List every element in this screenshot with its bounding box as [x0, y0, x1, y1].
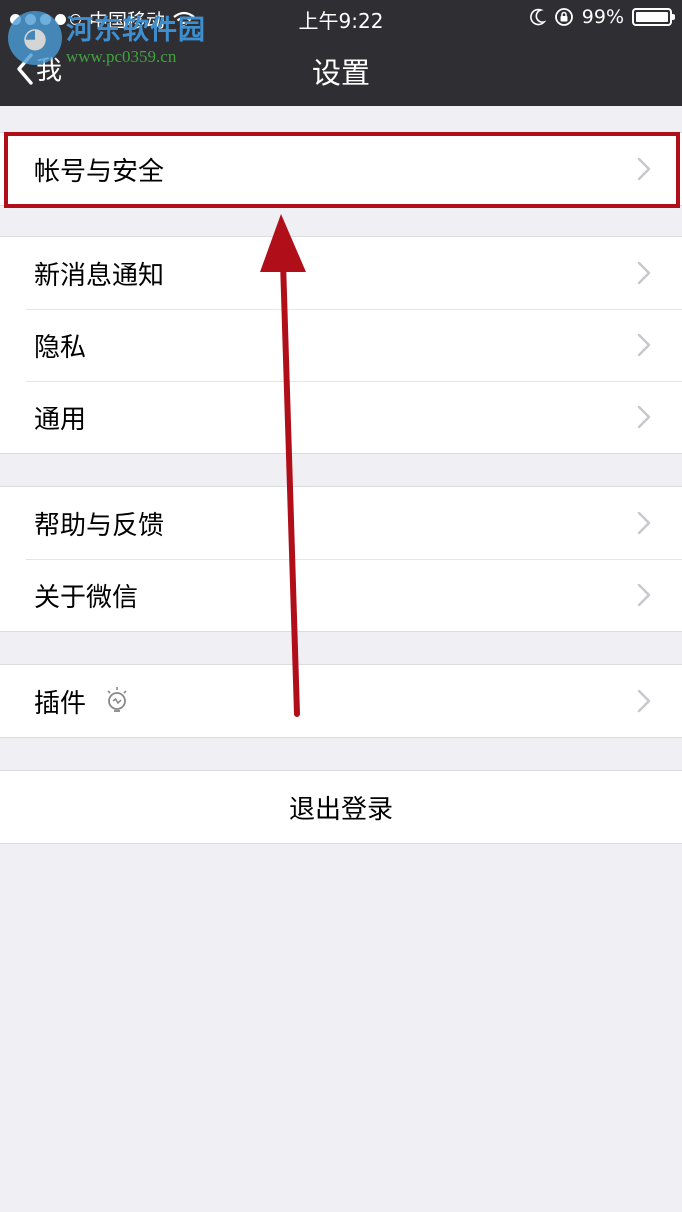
logout-group: 退出登录 — [0, 770, 682, 844]
chevron-right-icon — [637, 405, 651, 429]
settings-item-label: 通用 — [34, 404, 87, 435]
chevron-right-icon — [637, 689, 651, 713]
settings-item-label: 隐私 — [34, 332, 87, 363]
settings-item-help-feedback[interactable]: 帮助与反馈 — [0, 487, 682, 559]
moon-icon — [529, 8, 546, 26]
settings-item-label: 关于微信 — [34, 582, 139, 613]
lightbulb-icon — [107, 687, 127, 712]
settings-item-label: 新消息通知 — [34, 260, 165, 291]
settings-item-plugins[interactable]: 插件 — [0, 665, 682, 737]
settings-item-label: 帮助与反馈 — [34, 510, 165, 541]
chevron-right-icon — [637, 583, 651, 607]
settings-group-general: 新消息通知 隐私 通用 — [0, 236, 682, 454]
settings-group-plugins: 插件 — [0, 664, 682, 738]
chevron-right-icon — [637, 157, 651, 181]
logout-label: 退出登录 — [288, 794, 393, 825]
watermark-url: www.pc0359.cn — [66, 47, 177, 66]
settings-item-about[interactable]: 关于微信 — [0, 559, 682, 631]
settings-item-label: 插件 — [34, 688, 87, 719]
chevron-right-icon — [637, 261, 651, 285]
settings-group-account: 帐号与安全 — [0, 132, 682, 206]
orientation-lock-icon — [554, 8, 573, 26]
chevron-right-icon — [637, 511, 651, 535]
settings-item-notifications[interactable]: 新消息通知 — [0, 237, 682, 309]
settings-item-general[interactable]: 通用 — [0, 381, 682, 453]
settings-item-privacy[interactable]: 隐私 — [0, 309, 682, 381]
settings-item-label: 帐号与安全 — [34, 156, 165, 187]
watermark-logo-icon: ◕ — [8, 10, 62, 65]
settings-item-account-security[interactable]: 帐号与安全 — [0, 133, 682, 205]
battery-percent: 99% — [581, 6, 624, 28]
header: 中国移动 上午9:22 99% 我 设置 ◕ 河东软件园 www.pc0359.… — [0, 0, 682, 106]
battery-icon — [632, 8, 675, 26]
chevron-right-icon — [637, 333, 651, 357]
watermark-name: 河东软件园 — [66, 15, 206, 46]
settings-group-help: 帮助与反馈 关于微信 — [0, 486, 682, 632]
battery-level — [636, 12, 668, 22]
logout-button[interactable]: 退出登录 — [0, 771, 682, 843]
watermark: ◕ 河东软件园 www.pc0359.cn — [8, 8, 206, 67]
